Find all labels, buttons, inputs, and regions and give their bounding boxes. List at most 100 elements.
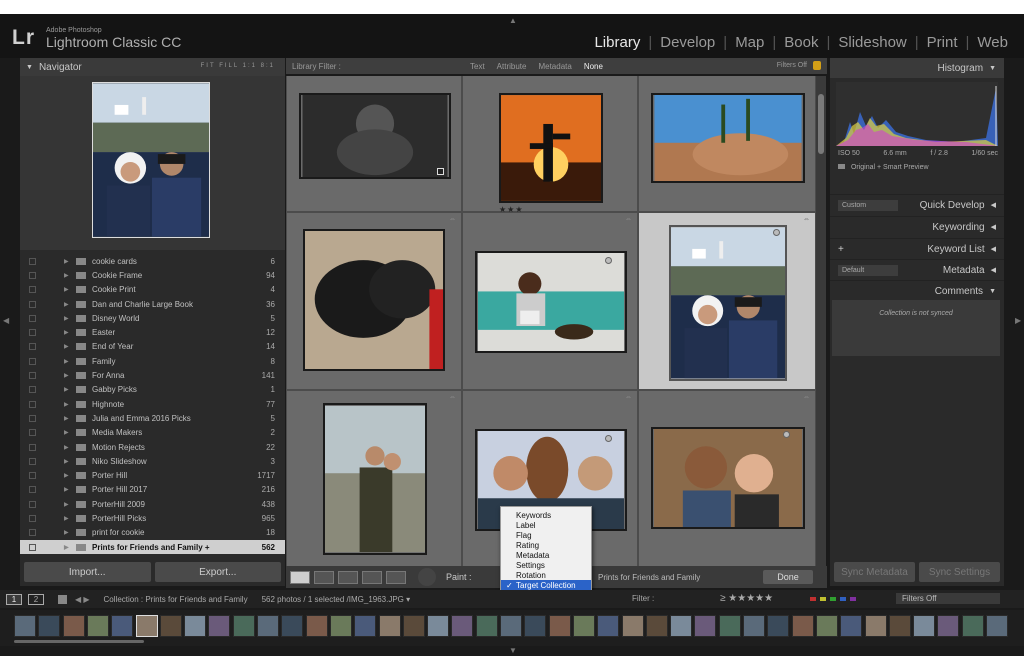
target-checkbox[interactable]: [29, 372, 36, 380]
loupe-view-icon[interactable]: [314, 570, 334, 584]
color-dot-icon[interactable]: [773, 229, 780, 236]
flag-icon[interactable]: ⇔: [803, 394, 810, 401]
disclosure-triangle-icon[interactable]: ▶: [64, 458, 72, 465]
collection-row[interactable]: ▶ Disney World 5: [20, 311, 285, 325]
filmstrip-source[interactable]: Collection : Prints for Friends and Fami…: [104, 595, 248, 604]
dropdown-item[interactable]: Keywords: [501, 510, 591, 520]
export-button[interactable]: Export...: [154, 562, 281, 582]
survey-view-icon[interactable]: [362, 570, 382, 584]
metadata-header[interactable]: Default Metadata ◀: [830, 259, 1004, 280]
collection-row[interactable]: ▶ PorterHill Picks 965: [20, 511, 285, 525]
collection-row[interactable]: ▶ Motion Rejects 22: [20, 440, 285, 454]
grid-cell[interactable]: ⇔: [462, 212, 638, 390]
filmstrip-thumbnail[interactable]: [597, 615, 620, 637]
navigator-preview[interactable]: [20, 76, 285, 250]
grid-scrollbar[interactable]: [816, 76, 826, 566]
collection-row[interactable]: ▶ Highnote 77: [20, 397, 285, 411]
filmstrip-thumbnail[interactable]: [937, 615, 960, 637]
keywording-header[interactable]: Keywording ◀: [830, 216, 1004, 237]
collection-row[interactable]: ▶ print for cookie 18: [20, 526, 285, 540]
photo-thumbnail[interactable]: [303, 229, 445, 371]
expand-triangle-icon[interactable]: ◀: [991, 223, 996, 231]
target-checkbox[interactable]: [29, 443, 36, 451]
filmstrip-thumbnail[interactable]: [402, 615, 425, 637]
filmstrip-thumbnail[interactable]: [378, 615, 401, 637]
yellow-label-icon[interactable]: [820, 597, 826, 601]
collection-row[interactable]: ▶ Julia and Emma 2016 Picks 5: [20, 411, 285, 425]
filmstrip-thumbnail[interactable]: [791, 615, 814, 637]
filmstrip-scrollbar[interactable]: [14, 640, 144, 643]
filter-tab-attribute[interactable]: Attribute: [491, 62, 533, 71]
disclosure-triangle-icon[interactable]: ▶: [64, 515, 72, 522]
filmstrip-thumbnail[interactable]: [159, 615, 182, 637]
filmstrip-thumbnail[interactable]: [961, 615, 984, 637]
comments-header[interactable]: Comments ▼: [830, 280, 1004, 301]
filmstrip-thumbnail[interactable]: [718, 615, 741, 637]
target-checkbox[interactable]: [29, 486, 36, 494]
photo-thumbnail[interactable]: [323, 403, 427, 555]
filmstrip-thumbnail[interactable]: [135, 615, 158, 637]
collection-row[interactable]: ▶ Easter 12: [20, 325, 285, 339]
filmstrip-thumbnail[interactable]: [86, 615, 109, 637]
grid-cell[interactable]: ⇔: [638, 390, 816, 566]
filmstrip-thumbnail[interactable]: [670, 615, 693, 637]
grid-cell[interactable]: [638, 76, 816, 212]
disclosure-triangle-icon[interactable]: ▶: [64, 429, 72, 436]
target-checkbox[interactable]: [29, 257, 36, 265]
dropdown-item[interactable]: Flag: [501, 530, 591, 540]
flag-icon[interactable]: ⇔: [625, 216, 632, 223]
disclosure-triangle-icon[interactable]: ▶: [64, 329, 72, 336]
disclosure-triangle-icon[interactable]: ▶: [64, 415, 72, 422]
grid-cell[interactable]: ⇔: [286, 390, 462, 566]
disclosure-triangle-icon[interactable]: ▶: [64, 501, 72, 508]
target-checkbox[interactable]: [29, 514, 36, 522]
target-checkbox[interactable]: [29, 357, 36, 365]
filmstrip-thumbnail[interactable]: [329, 615, 352, 637]
dropdown-item[interactable]: Rating: [501, 540, 591, 550]
collection-row[interactable]: ▶ Gabby Picks 1: [20, 383, 285, 397]
module-library[interactable]: Library: [586, 34, 648, 51]
filmstrip-thumbnail[interactable]: [572, 615, 595, 637]
photo-thumbnail[interactable]: [651, 93, 805, 183]
color-dot-icon[interactable]: [783, 431, 790, 438]
disclosure-triangle-icon[interactable]: ▶: [64, 315, 72, 322]
disclosure-triangle-icon[interactable]: ▶: [64, 272, 72, 279]
target-checkbox[interactable]: [29, 429, 36, 437]
filmstrip-thumbnail[interactable]: [427, 615, 450, 637]
filmstrip-thumbnail[interactable]: [645, 615, 668, 637]
photo-thumbnail[interactable]: [669, 225, 787, 381]
filmstrip-thumbnail[interactable]: [888, 615, 911, 637]
collection-row[interactable]: ▶ Dan and Charlie Large Book 36: [20, 297, 285, 311]
filters-off-preset[interactable]: Filters Off: [777, 62, 807, 69]
photo-thumbnail[interactable]: [499, 93, 603, 203]
filter-tab-text[interactable]: Text: [464, 62, 491, 71]
target-checkbox[interactable]: [29, 300, 36, 308]
filmstrip-thumbnail[interactable]: [548, 615, 571, 637]
target-checkbox[interactable]: [29, 329, 36, 337]
filmstrip-thumbnail[interactable]: [743, 615, 765, 637]
green-label-icon[interactable]: [830, 597, 836, 601]
metadata-preset-select[interactable]: Default: [838, 264, 898, 276]
filter-tab-metadata[interactable]: Metadata: [532, 62, 577, 71]
photo-thumbnail[interactable]: [651, 427, 805, 529]
people-view-icon[interactable]: [386, 570, 406, 584]
filmstrip-thumbnail[interactable]: [815, 615, 838, 637]
filmstrip-count[interactable]: 562 photos / 1 selected /IMG_1963.JPG ▾: [262, 595, 411, 604]
back-forward-arrows-icon[interactable]: ◀ ▶: [75, 595, 90, 604]
filmstrip-thumbnail[interactable]: [305, 615, 328, 637]
disclosure-triangle-icon[interactable]: ▶: [64, 401, 72, 408]
disclosure-triangle-icon[interactable]: ▶: [64, 386, 72, 393]
target-checkbox[interactable]: [29, 457, 36, 465]
filmstrip-thumbnail[interactable]: [524, 615, 547, 637]
target-checkbox[interactable]: [29, 529, 36, 537]
disclosure-triangle-icon[interactable]: ▶: [64, 486, 72, 493]
flag-icon[interactable]: ⇔: [449, 394, 456, 401]
filmstrip-thumbnail[interactable]: [767, 615, 790, 637]
disclosure-triangle-icon[interactable]: ▶: [64, 472, 72, 479]
filmstrip-thumbnail[interactable]: [232, 615, 255, 637]
filmstrip-thumbnail[interactable]: [864, 615, 887, 637]
import-button[interactable]: Import...: [24, 562, 151, 582]
target-checkbox[interactable]: [29, 286, 36, 294]
histogram-chart[interactable]: [836, 82, 998, 146]
filmstrip-thumbnail[interactable]: [257, 615, 279, 637]
